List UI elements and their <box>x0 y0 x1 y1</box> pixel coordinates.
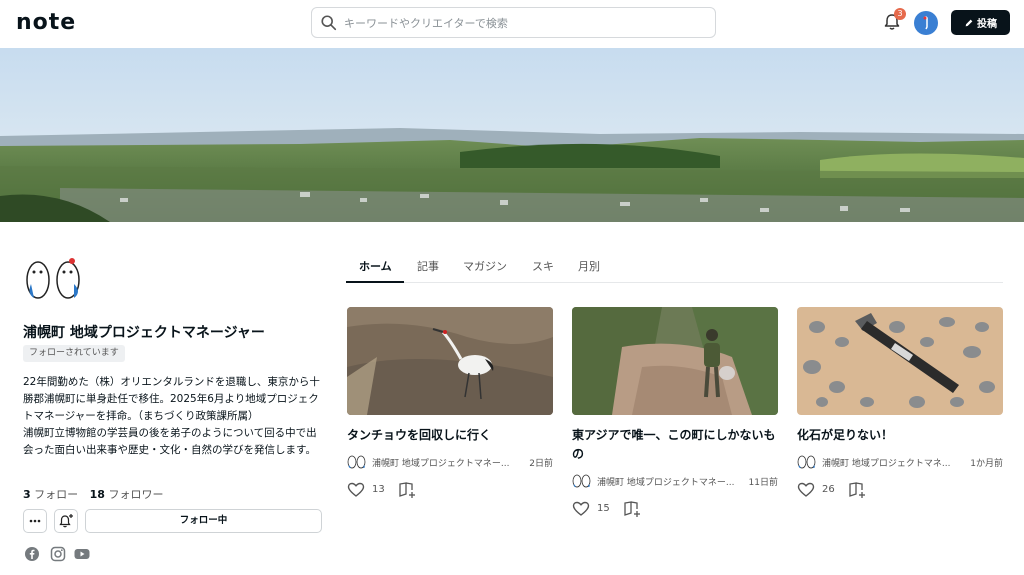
user-avatar[interactable] <box>914 11 938 35</box>
header: note 3 投稿 <box>0 0 1024 46</box>
author-name[interactable]: 浦幌町 地域プロジェクトマネー... <box>372 456 522 469</box>
article-meta: 浦幌町 地域プロジェクトマネー... 2日前 <box>347 454 553 470</box>
tab-monthly[interactable]: 月別 <box>578 258 600 274</box>
user-avatar-image <box>923 16 928 30</box>
tab-likes[interactable]: スキ <box>532 258 554 274</box>
notification-badge: 3 <box>894 8 906 20</box>
post-button-label: 投稿 <box>977 19 997 30</box>
pen-icon <box>965 19 973 26</box>
like-count: 13 <box>372 484 385 495</box>
article-title[interactable]: 化石が足りない！ <box>797 426 1003 445</box>
following-button[interactable]: フォロー中 <box>85 509 322 533</box>
article-thumbnail[interactable] <box>797 307 1003 415</box>
youtube-icon[interactable] <box>74 546 90 562</box>
post-time: 1か月前 <box>970 459 1003 469</box>
tab-articles[interactable]: 記事 <box>417 258 439 274</box>
follows-you-tag: フォローされています <box>23 345 125 362</box>
heart-icon[interactable] <box>572 500 590 518</box>
article-card[interactable]: 化石が足りない！ 浦幌町 地域プロジェクトマネ... 1か月前 26 <box>797 307 1003 498</box>
profile-name: 浦幌町 地域プロジェクトマネージャー <box>23 325 265 341</box>
author-name[interactable]: 浦幌町 地域プロジェクトマネ... <box>822 456 972 469</box>
following-count[interactable]: 3 <box>23 488 31 501</box>
post-button[interactable]: 投稿 <box>951 10 1010 35</box>
article-card[interactable]: タンチョウを回収しに行く 浦幌町 地域プロジェクトマネー... 2日前 13 <box>347 307 553 498</box>
article-meta: 浦幌町 地域プロジェクトマネー... 11日前 <box>572 473 778 489</box>
heart-icon[interactable] <box>797 481 815 499</box>
author-avatar[interactable] <box>797 454 817 469</box>
magazine-add-icon[interactable] <box>848 481 866 499</box>
profile-tabs: ホーム 記事 マガジン スキ 月別 <box>346 249 1003 283</box>
article-thumbnail[interactable] <box>347 307 553 415</box>
followers-count[interactable]: 18 <box>90 488 105 501</box>
followers-label[interactable]: フォロワー <box>108 488 163 501</box>
following-label[interactable]: フォロー <box>34 488 78 501</box>
search-input[interactable] <box>344 12 704 34</box>
article-meta: 浦幌町 地域プロジェクトマネ... 1か月前 <box>797 454 1003 470</box>
more-icon <box>29 519 41 523</box>
instagram-icon[interactable] <box>50 546 66 562</box>
like-count: 15 <box>597 503 610 514</box>
article-thumbnail[interactable] <box>572 307 778 415</box>
post-time: 11日前 <box>748 478 778 488</box>
article-card[interactable]: 東アジアで唯一、この町にしかないもの 浦幌町 地域プロジェクトマネー... 11… <box>572 307 778 517</box>
article-title[interactable]: タンチョウを回収しに行く <box>347 426 553 445</box>
note-logo[interactable]: note <box>16 10 76 35</box>
author-avatar[interactable] <box>347 454 367 469</box>
author-name[interactable]: 浦幌町 地域プロジェクトマネー... <box>597 475 747 488</box>
follow-stats: 3 フォロー 18 フォロワー <box>23 486 171 502</box>
author-avatar[interactable] <box>572 473 592 488</box>
article-actions: 13 <box>347 481 553 499</box>
tab-home[interactable]: ホーム <box>359 258 392 274</box>
notify-button[interactable] <box>54 509 78 533</box>
active-tab-indicator <box>346 281 404 283</box>
post-time: 2日前 <box>529 459 553 469</box>
cover-image <box>0 48 1024 222</box>
search-box[interactable] <box>311 7 716 38</box>
magazine-add-icon[interactable] <box>398 481 416 499</box>
magazine-add-icon[interactable] <box>623 500 641 518</box>
more-button[interactable] <box>23 509 47 533</box>
bell-plus-icon <box>59 514 73 528</box>
heart-icon[interactable] <box>347 481 365 499</box>
article-title[interactable]: 東アジアで唯一、この町にしかないもの <box>572 426 778 464</box>
profile-bio: 22年間勤めた（株）オリエンタルランドを退職し、東京から十勝郡浦幌町に単身赴任で… <box>23 376 320 456</box>
facebook-icon[interactable] <box>24 546 40 562</box>
article-actions: 15 <box>572 500 778 518</box>
article-actions: 26 <box>797 481 1003 499</box>
search-icon <box>321 15 337 31</box>
profile-avatar <box>26 258 80 299</box>
tab-magazines[interactable]: マガジン <box>463 258 507 274</box>
like-count: 26 <box>822 484 835 495</box>
